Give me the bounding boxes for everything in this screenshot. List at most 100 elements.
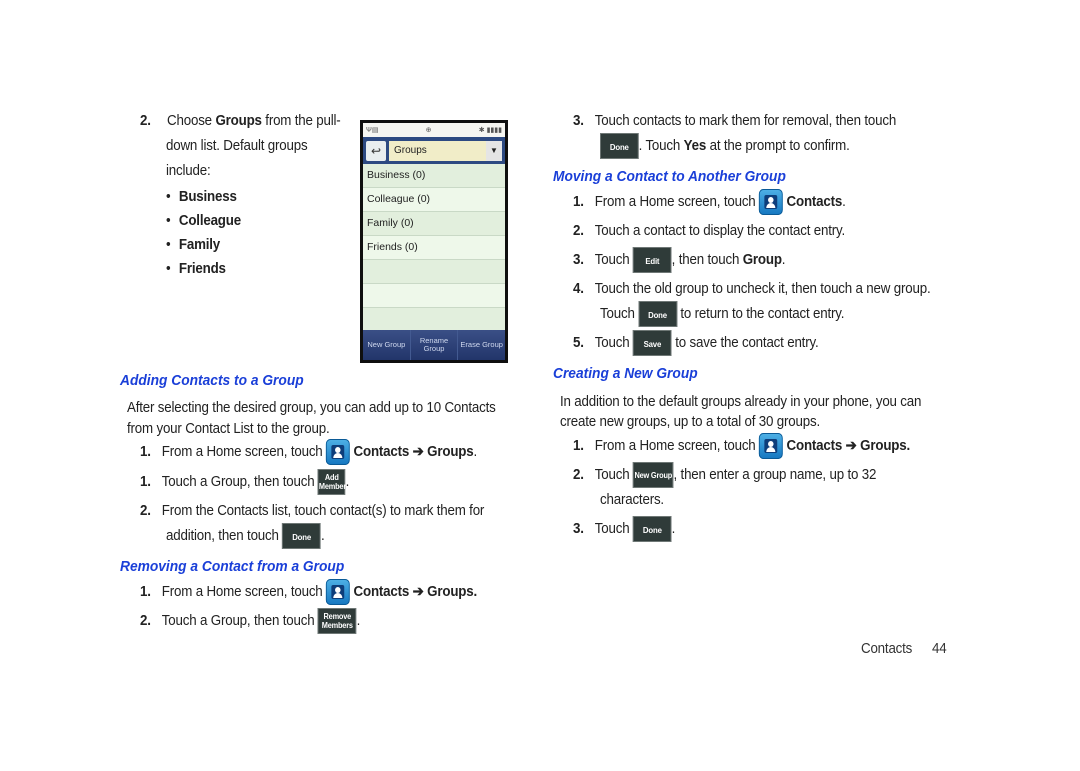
text: . <box>842 194 846 210</box>
adding-intro-line2: from your Contact List to the group. <box>127 421 330 437</box>
text: . <box>781 252 786 268</box>
text: . <box>345 474 350 490</box>
contacts-app-icon <box>759 189 784 216</box>
bullet-text: Business <box>178 189 237 205</box>
list-item-empty <box>363 260 505 284</box>
adding-step-1: 1. From a Home screen, touch Contacts ➔ G… <box>140 437 477 467</box>
text: to return to the contact entry. <box>680 306 845 322</box>
creating-intro-line1: In addition to the default groups alread… <box>560 394 922 410</box>
text: Touch the old group to uncheck it, then … <box>594 281 931 297</box>
text: Touch contacts to mark them for removal,… <box>594 113 897 129</box>
step-number: 2. <box>140 113 151 129</box>
text: From the Contacts list, touch contact(s)… <box>161 503 485 519</box>
bullet-text: Friends <box>178 261 226 277</box>
groups-dropdown[interactable]: Groups ▼ <box>389 140 502 161</box>
section-heading-removing: Removing a Contact from a Group <box>120 559 345 575</box>
bold-text: Yes <box>683 138 707 154</box>
bullet-item: • Friends <box>166 261 226 277</box>
text: Touch <box>600 306 635 322</box>
removing-step-3: 3. Touch contacts to mark them for remova… <box>573 112 896 130</box>
step-number: 1. <box>140 474 151 490</box>
step-choose-groups: 2. Choose Groups from the pull- <box>140 112 341 130</box>
section-heading-creating: Creating a New Group <box>553 366 698 382</box>
new-group-softkey[interactable]: New Group <box>363 330 411 360</box>
moving-step-3: 3. Touch Edit, then touch Group. <box>573 246 786 274</box>
step-number: 2. <box>140 613 151 629</box>
section-heading-adding: Adding Contacts to a Group <box>120 373 304 389</box>
remove-members-button[interactable]: Remove Members <box>317 608 357 635</box>
chevron-down-icon: ▼ <box>486 140 502 161</box>
text: from the pull- <box>261 113 341 129</box>
step-number: 1. <box>573 194 584 210</box>
list-item[interactable]: Colleague (0) <box>363 188 505 212</box>
text: From a Home screen, touch <box>594 194 756 210</box>
text: Touch a contact to display the contact e… <box>594 223 846 239</box>
erase-group-softkey[interactable]: Erase Group <box>458 330 505 360</box>
save-button[interactable]: Save <box>633 330 672 357</box>
bluetooth-battery: ✱ ▮▮▮▮ <box>479 126 502 134</box>
bullet-item: • Business <box>166 189 237 205</box>
text: From a Home screen, touch <box>161 444 323 460</box>
text: Touch <box>594 335 630 351</box>
phone-screen: Ψ▤ ⊕ ✱ ▮▮▮▮ ↩ Groups ▼ Business (0) Coll… <box>363 123 505 360</box>
rename-group-softkey[interactable]: Rename Group <box>411 330 459 360</box>
done-button[interactable]: Done <box>638 301 677 328</box>
moving-step-1: 1. From a Home screen, touch Contacts. <box>573 187 846 217</box>
battery-icon: ▮▮▮▮ <box>486 127 502 134</box>
list-item-empty <box>363 308 505 332</box>
step-number: 4. <box>573 281 584 297</box>
contacts-app-icon <box>326 579 351 606</box>
step-number: 2. <box>573 223 584 239</box>
btn-text: Remove <box>323 612 352 622</box>
text: Touch <box>594 252 630 268</box>
bold-text: Contacts ➔ Groups. <box>353 584 478 600</box>
creating-step-3: 3. Touch Done. <box>573 515 675 543</box>
done-button[interactable]: Done <box>633 516 672 543</box>
btn-text: Members <box>321 621 353 631</box>
text: . <box>473 444 478 460</box>
signal-icon: Ψ▤ <box>366 127 379 134</box>
step-number: 5. <box>573 335 584 351</box>
footer-section: Contacts <box>861 641 913 657</box>
creating-step-1: 1. From a Home screen, touch Contacts ➔ G… <box>573 431 910 461</box>
text: . <box>671 521 676 537</box>
bold-text: Contacts ➔ Groups. <box>786 438 911 454</box>
back-button[interactable]: ↩ <box>366 140 386 161</box>
edit-button[interactable]: Edit <box>633 247 672 274</box>
text: to save the contact entry. <box>675 335 819 351</box>
text: Choose <box>167 113 216 129</box>
moving-step-4-line2: Touch Done to return to the contact entr… <box>600 300 844 328</box>
status-bar: Ψ▤ ⊕ ✱ ▮▮▮▮ <box>363 123 505 137</box>
text: . <box>320 528 325 544</box>
bullet-text: Colleague <box>178 213 241 229</box>
removing-step-3-line2: Done. Touch Yes at the prompt to confirm… <box>600 132 850 160</box>
list-item[interactable]: Business (0) <box>363 164 505 188</box>
bold-text: Contacts <box>786 194 843 210</box>
done-button[interactable]: Done <box>600 133 639 160</box>
add-members-button[interactable]: Add Members <box>317 469 350 496</box>
text: Touch <box>594 521 630 537</box>
bullet-text: Family <box>178 237 221 253</box>
done-button[interactable]: Done <box>282 523 321 550</box>
list-item[interactable]: Friends (0) <box>363 236 505 260</box>
text: Touch a Group, then touch <box>161 474 315 490</box>
dropdown-value: Groups <box>394 145 427 156</box>
creating-step-2-line2: characters. <box>600 492 664 508</box>
list-item[interactable]: Family (0) <box>363 212 505 236</box>
softkey-bar: New Group Rename Group Erase Group <box>363 330 505 360</box>
text: From a Home screen, touch <box>594 438 756 454</box>
phone-screenshot: Ψ▤ ⊕ ✱ ▮▮▮▮ ↩ Groups ▼ Business (0) Coll… <box>360 120 508 363</box>
text: addition, then touch <box>166 528 279 544</box>
adding-intro-line1: After selecting the desired group, you c… <box>127 400 496 416</box>
step-choose-line3: include: <box>166 163 211 179</box>
text: Touch <box>594 467 630 483</box>
text: , then touch <box>671 252 743 268</box>
list-item-empty <box>363 284 505 308</box>
new-group-button[interactable]: New Group <box>633 462 674 489</box>
gps-icon: ⊕ <box>425 127 432 134</box>
step-number: 2. <box>140 503 151 519</box>
text: . Touch <box>638 138 684 154</box>
contacts-app-icon <box>759 433 784 460</box>
page-number: 44 <box>932 641 947 657</box>
moving-step-2: 2. Touch a contact to display the contact… <box>573 222 845 240</box>
